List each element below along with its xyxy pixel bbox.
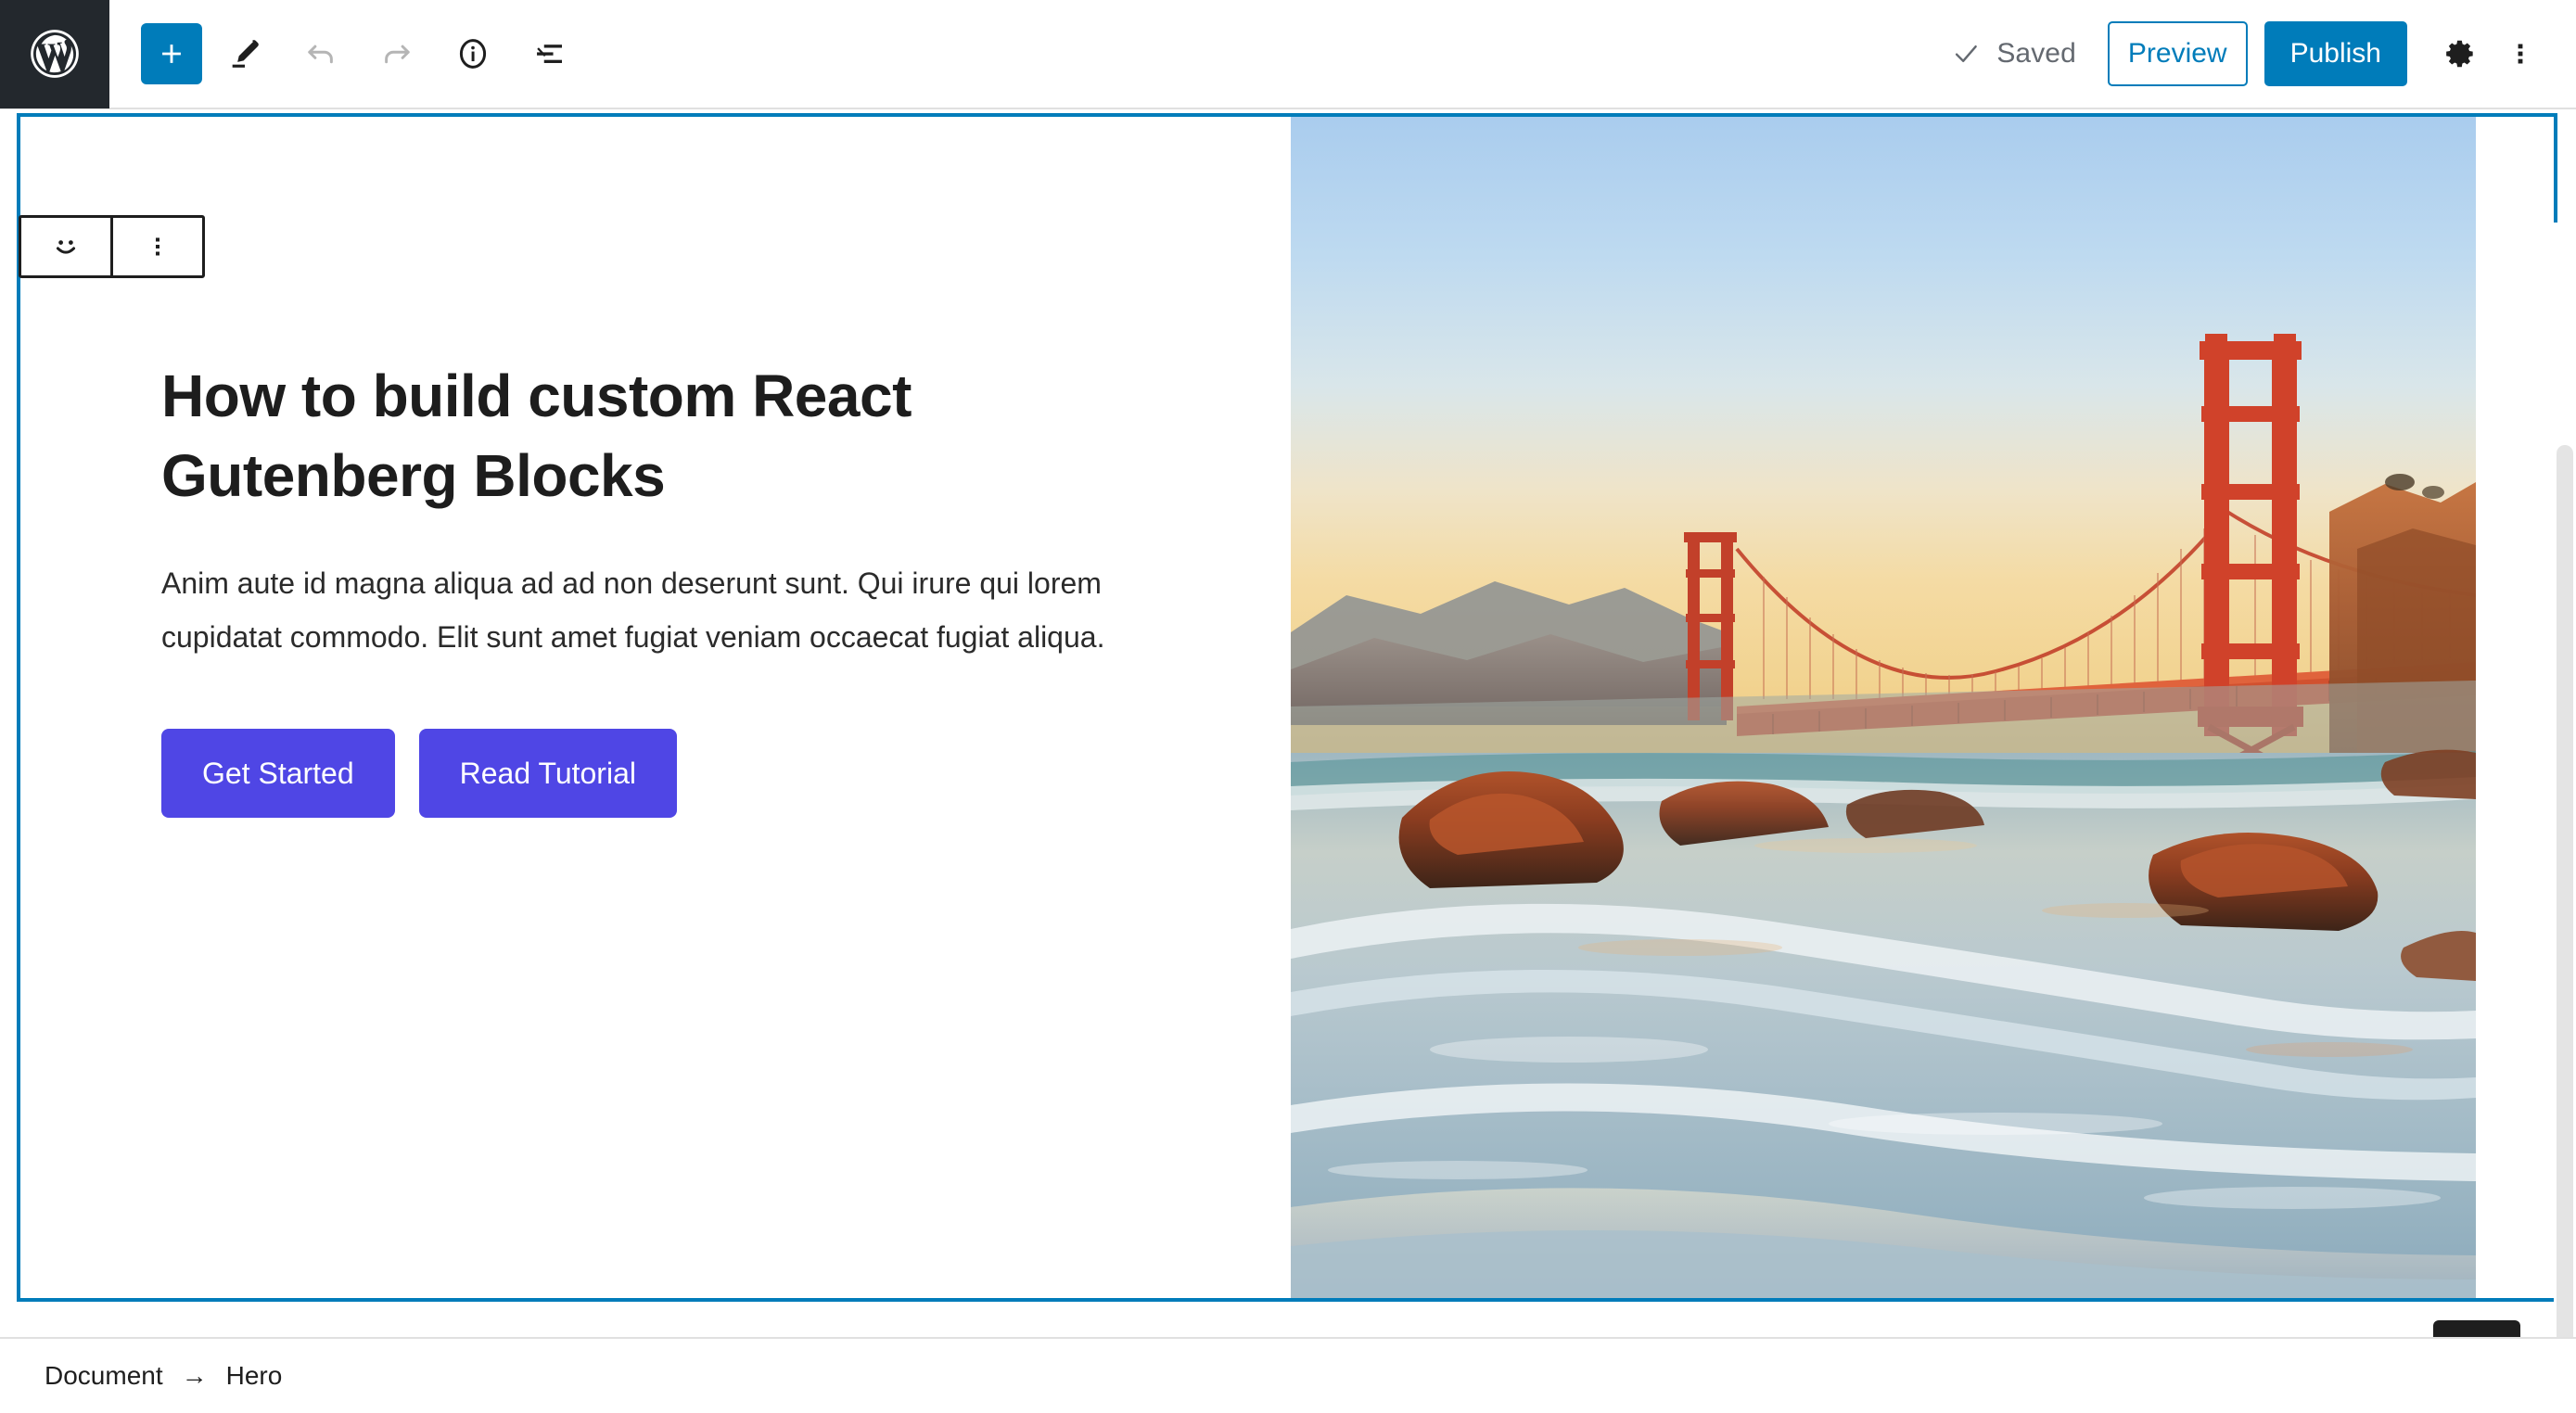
saved-status[interactable]: Saved (1950, 38, 2076, 70)
more-options-button[interactable] (2491, 24, 2550, 83)
hero-content: How to build custom React Gutenberg Bloc… (161, 356, 1181, 818)
block-type-smiley-button[interactable] (21, 218, 110, 275)
undo-button[interactable] (287, 20, 354, 87)
gear-icon (2446, 40, 2473, 68)
editor-canvas: How to build custom React Gutenberg Bloc… (0, 111, 2576, 1363)
details-info-button[interactable] (440, 20, 506, 87)
info-circle-icon (459, 39, 487, 69)
saved-label: Saved (1996, 38, 2076, 69)
hero-paragraph[interactable]: Anim aute id magna aliqua ad ad non dese… (161, 556, 1181, 664)
snackbar-peek (2433, 1320, 2520, 1337)
golden-gate-bridge-sunset-photo[interactable] (1291, 117, 2476, 1298)
hero-block-selected[interactable]: How to build custom React Gutenberg Bloc… (17, 113, 2557, 1302)
tools-pencil-button[interactable] (211, 20, 278, 87)
breadcrumb-bar: Document → Hero (0, 1337, 2576, 1413)
editor-tools-group (109, 0, 582, 108)
breadcrumb-item-hero[interactable]: Hero (226, 1361, 283, 1391)
editor-actions-group: Saved Preview Publish (1950, 0, 2576, 108)
block-toolbar (19, 215, 205, 278)
block-options-button[interactable] (113, 218, 202, 275)
plus-icon (162, 45, 181, 63)
pencil-icon (232, 40, 259, 68)
three-dots-vertical-icon (2518, 44, 2523, 64)
checkmark-icon (1956, 45, 1978, 62)
editor-top-bar: Saved Preview Publish (0, 0, 2576, 109)
hero-button-group: Get Started Read Tutorial (161, 729, 1181, 818)
three-dots-vertical-icon (156, 237, 159, 256)
settings-button[interactable] (2431, 24, 2491, 83)
add-block-button[interactable] (141, 23, 202, 84)
editor-window: Saved Preview Publish How to build custo… (0, 0, 2576, 1413)
hero-heading[interactable]: How to build custom React Gutenberg Bloc… (161, 356, 1181, 516)
list-view-button[interactable] (516, 20, 582, 87)
breadcrumb-item-document[interactable]: Document (45, 1361, 163, 1391)
canvas-scrollbar-track[interactable] (2554, 223, 2576, 1363)
read-tutorial-button[interactable]: Read Tutorial (418, 729, 677, 818)
canvas-scrollbar-thumb[interactable] (2557, 445, 2573, 1363)
list-view-icon (537, 45, 562, 63)
breadcrumb-separator-icon: → (181, 1361, 208, 1390)
get-started-button[interactable]: Get Started (161, 729, 395, 818)
hero-text-column: How to build custom React Gutenberg Bloc… (20, 117, 1291, 1298)
smiley-face-icon (56, 240, 76, 254)
publish-button[interactable]: Publish (2264, 21, 2407, 86)
undo-arrow-icon (308, 45, 333, 64)
redo-arrow-icon (385, 45, 410, 64)
preview-button[interactable]: Preview (2107, 21, 2248, 86)
wordpress-logo-icon[interactable] (0, 0, 109, 108)
redo-button[interactable] (363, 20, 430, 87)
